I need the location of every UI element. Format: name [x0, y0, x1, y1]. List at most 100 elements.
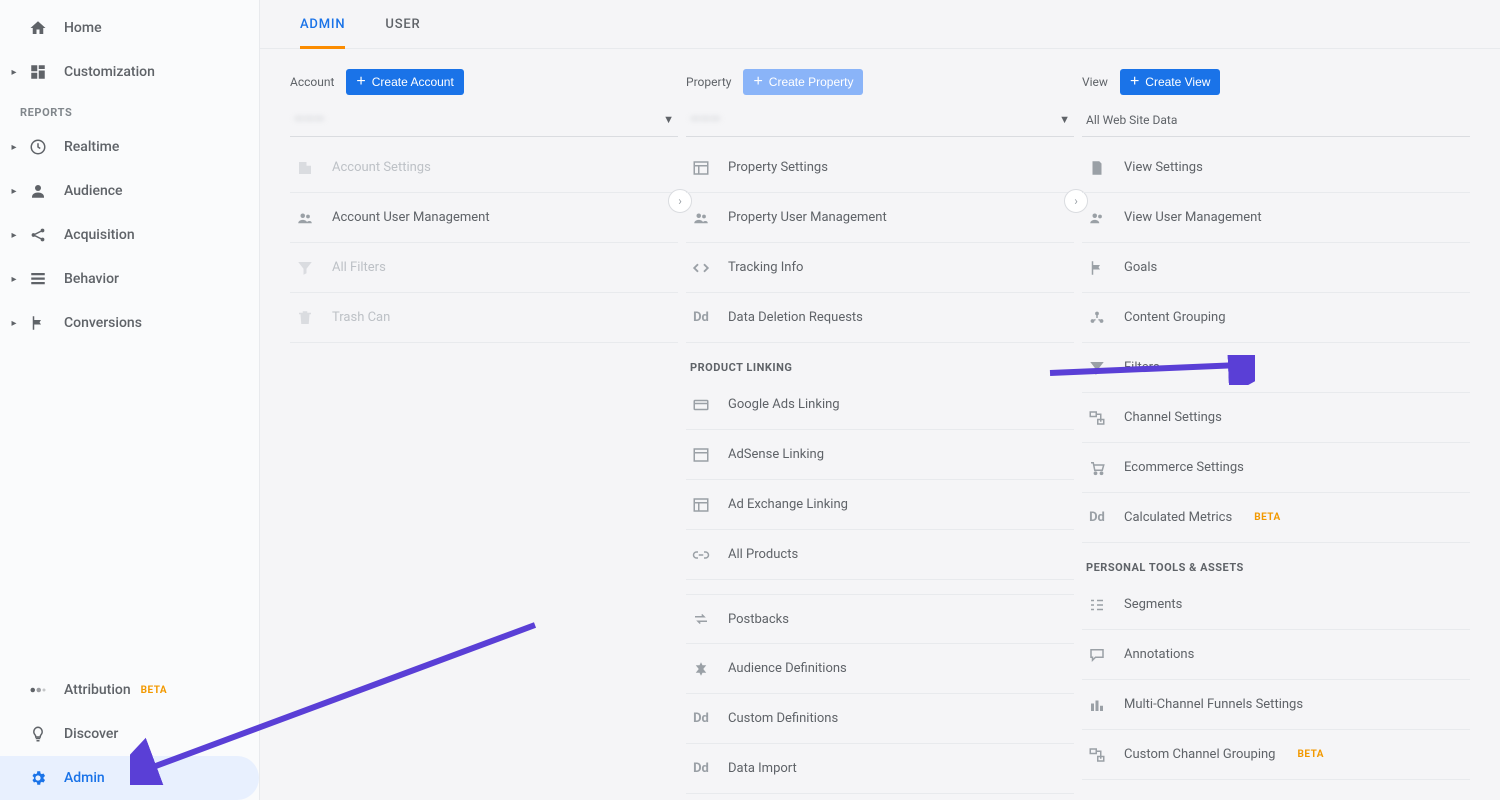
swap-icon: [690, 608, 712, 630]
tab-admin[interactable]: ADMIN: [300, 0, 345, 48]
create-account-button[interactable]: + Create Account: [346, 69, 463, 95]
flag-icon: [24, 309, 52, 337]
comment-icon: [1086, 644, 1108, 666]
view-selector[interactable]: All Web Site Data: [1082, 103, 1470, 137]
trash-icon: [294, 307, 316, 329]
row-label: Multi-Channel Funnels Settings: [1124, 697, 1303, 712]
view-list: View Settings View User Management Goals…: [1082, 143, 1470, 780]
column-title: Account: [290, 75, 334, 89]
sidebar-item-conversions[interactable]: ▸ Conversions: [0, 301, 259, 345]
sidebar-item-acquisition[interactable]: ▸ Acquisition: [0, 213, 259, 257]
channel-icon: [1086, 407, 1108, 429]
row-data-deletion[interactable]: Dd Data Deletion Requests: [686, 293, 1074, 343]
home-icon: [24, 14, 52, 42]
cart-icon: [1086, 457, 1108, 479]
row-label: AdSense Linking: [728, 447, 824, 462]
tab-user[interactable]: USER: [385, 0, 420, 48]
sidebar-item-audience[interactable]: ▸ Audience: [0, 169, 259, 213]
row-goals[interactable]: Goals: [1082, 243, 1470, 293]
group-icon: [1086, 307, 1108, 329]
column-title: Property: [686, 75, 731, 89]
row-all-products[interactable]: All Products: [686, 530, 1074, 580]
sidebar-item-behavior[interactable]: ▸ Behavior: [0, 257, 259, 301]
row-trash-can[interactable]: Trash Can: [290, 293, 678, 343]
row-calculated-metrics[interactable]: Dd Calculated Metrics BETA: [1082, 493, 1470, 543]
row-ecommerce-settings[interactable]: Ecommerce Settings: [1082, 443, 1470, 493]
row-adx-linking[interactable]: Ad Exchange Linking: [686, 480, 1074, 530]
sidebar-item-admin[interactable]: Admin: [0, 756, 259, 800]
row-label: Postbacks: [728, 612, 789, 627]
sidebar-item-label: Discover: [64, 726, 118, 742]
plus-icon: +: [753, 74, 762, 90]
row-tracking-info[interactable]: Tracking Info: [686, 243, 1074, 293]
account-selector[interactable]: ——— ▼: [290, 103, 678, 137]
gear-icon: [24, 764, 52, 792]
layout-icon: [690, 157, 712, 179]
row-account-user-mgmt[interactable]: Account User Management: [290, 193, 678, 243]
chevron-right-icon: ▸: [8, 66, 20, 78]
row-view-user-mgmt[interactable]: View User Management: [1082, 193, 1470, 243]
sidebar-item-attribution[interactable]: Attribution BETA: [0, 668, 259, 712]
beta-badge: BETA: [1254, 512, 1281, 523]
share-icon: [24, 221, 52, 249]
bulb-icon: [24, 720, 52, 748]
row-filters[interactable]: Filters: [1082, 343, 1470, 393]
plus-icon: +: [356, 74, 365, 90]
tabs: ADMIN USER: [260, 0, 1500, 49]
filter-icon: [294, 257, 316, 279]
chevron-right-icon: ▸: [8, 317, 20, 329]
person-icon: [24, 177, 52, 205]
chevron-right-icon: ▸: [8, 185, 20, 197]
row-label: Ecommerce Settings: [1124, 460, 1244, 475]
row-property-user-mgmt[interactable]: Property User Management: [686, 193, 1074, 243]
sidebar-item-realtime[interactable]: ▸ Realtime: [0, 125, 259, 169]
create-property-button[interactable]: + Create Property: [743, 69, 863, 95]
row-mcf-settings[interactable]: Multi-Channel Funnels Settings: [1082, 680, 1470, 730]
row-label: View User Management: [1124, 210, 1262, 225]
row-google-ads-linking[interactable]: Google Ads Linking: [686, 380, 1074, 430]
row-label: Data Deletion Requests: [728, 310, 863, 325]
segments-icon: [1086, 594, 1108, 616]
row-label: Custom Channel Grouping: [1124, 747, 1276, 762]
button-label: Create Account: [372, 75, 454, 89]
row-label: Google Ads Linking: [728, 397, 840, 412]
row-postbacks[interactable]: Postbacks: [686, 594, 1074, 644]
row-content-grouping[interactable]: Content Grouping: [1082, 293, 1470, 343]
row-label: Property Settings: [728, 160, 828, 175]
row-annotations[interactable]: Annotations: [1082, 630, 1470, 680]
sidebar-item-label: Customization: [64, 64, 155, 80]
row-adsense-linking[interactable]: AdSense Linking: [686, 430, 1074, 480]
beta-badge: BETA: [1298, 749, 1325, 760]
row-label: Channel Settings: [1124, 410, 1222, 425]
dashboard-icon: [24, 58, 52, 86]
row-custom-channel-grouping[interactable]: Custom Channel Grouping BETA: [1082, 730, 1470, 780]
property-list: Property Settings Property User Manageme…: [686, 143, 1074, 794]
create-view-button[interactable]: + Create View: [1120, 69, 1221, 95]
row-custom-definitions[interactable]: Dd Custom Definitions: [686, 694, 1074, 744]
code-icon: [690, 257, 712, 279]
row-label: All Products: [728, 547, 798, 562]
property-selector[interactable]: ——— ▼: [686, 103, 1074, 137]
sidebar-item-home[interactable]: Home: [0, 6, 259, 50]
spacer: [8, 684, 20, 696]
row-all-filters[interactable]: All Filters: [290, 243, 678, 293]
row-property-settings[interactable]: Property Settings: [686, 143, 1074, 193]
sidebar-item-label: Attribution: [64, 682, 131, 698]
row-segments[interactable]: Segments: [1082, 580, 1470, 630]
sidebar-item-label: Audience: [64, 183, 123, 199]
row-audience-definitions[interactable]: Audience Definitions: [686, 644, 1074, 694]
row-view-settings[interactable]: View Settings: [1082, 143, 1470, 193]
card-icon: [690, 394, 712, 416]
row-data-import[interactable]: Dd Data Import: [686, 744, 1074, 794]
sidebar-section-reports: REPORTS: [0, 94, 259, 125]
sidebar-item-label: Conversions: [64, 315, 142, 331]
people-icon: [1086, 207, 1108, 229]
plus-icon: +: [1130, 74, 1139, 90]
sidebar-item-discover[interactable]: Discover: [0, 712, 259, 756]
page-icon: [1086, 157, 1108, 179]
sidebar-item-customization[interactable]: ▸ Customization: [0, 50, 259, 94]
row-channel-settings[interactable]: Channel Settings: [1082, 393, 1470, 443]
row-account-settings[interactable]: Account Settings: [290, 143, 678, 193]
attribution-icon: [24, 676, 52, 704]
row-label: Filters: [1124, 360, 1160, 375]
